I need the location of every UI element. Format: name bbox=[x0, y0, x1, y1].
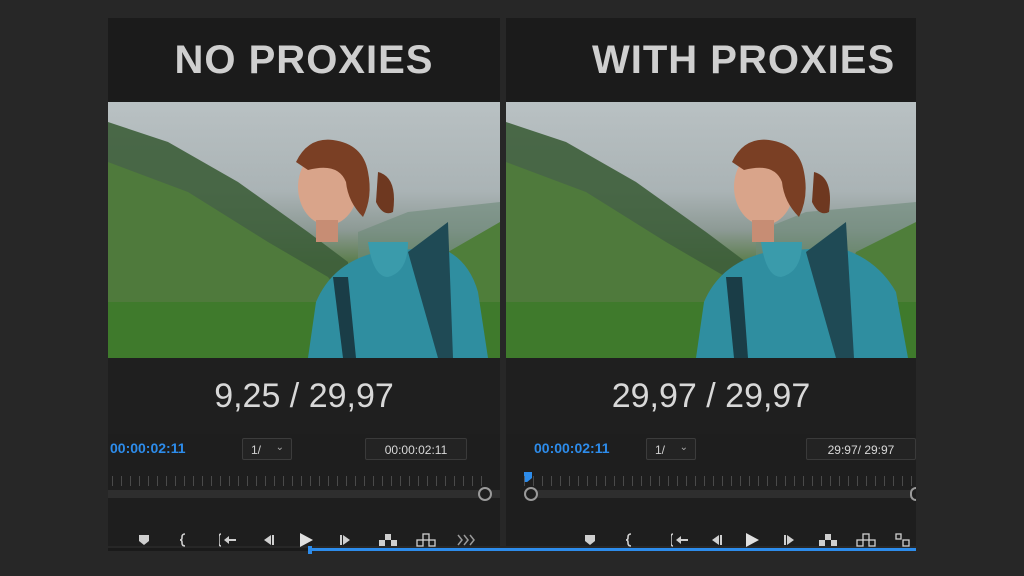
zoom-level-value: 1/ bbox=[251, 443, 262, 457]
marker-icon bbox=[585, 535, 595, 545]
zoom-level-value: 1/ bbox=[655, 443, 666, 457]
current-timecode[interactable]: 00:00:02:11 bbox=[534, 440, 610, 456]
panel-title: WITH PROXIES bbox=[506, 18, 916, 102]
program-monitor-no-proxies: NO PROXIES 9,25 / 29,97 00:00:02:11 1/ ⌄… bbox=[108, 18, 500, 548]
timeline-ruler[interactable] bbox=[524, 476, 916, 486]
transport-controls: 00:00:02:11 1/ ⌄ 00:00:02:11 bbox=[108, 434, 500, 548]
add-marker-button[interactable] bbox=[134, 532, 154, 548]
scrub-track[interactable] bbox=[526, 490, 916, 498]
extract-icon bbox=[416, 533, 436, 547]
panel-title: NO PROXIES bbox=[108, 18, 500, 102]
chevron-down-icon: ⌄ bbox=[679, 442, 688, 453]
step-forward-button[interactable] bbox=[336, 532, 356, 548]
in-point-handle[interactable] bbox=[524, 487, 538, 501]
transport-button-row bbox=[506, 532, 916, 548]
play-button[interactable] bbox=[296, 532, 316, 548]
timeline-track-left bbox=[108, 548, 308, 551]
go-to-in-icon bbox=[219, 533, 236, 547]
chevrons-right-icon bbox=[457, 534, 475, 546]
video-preview-image bbox=[506, 122, 916, 358]
go-to-in-icon bbox=[671, 533, 688, 547]
extract-icon bbox=[856, 533, 876, 547]
marker-icon bbox=[139, 535, 149, 545]
step-forward-button[interactable] bbox=[780, 532, 800, 548]
playback-fps-readout: 9,25 / 29,97 bbox=[108, 358, 500, 434]
lift-icon bbox=[819, 534, 837, 546]
video-frame bbox=[506, 102, 916, 358]
step-back-icon bbox=[712, 535, 722, 545]
lift-button[interactable] bbox=[818, 532, 838, 548]
video-frame bbox=[108, 102, 500, 358]
timeline-ruler[interactable] bbox=[112, 476, 486, 486]
play-icon bbox=[746, 533, 759, 547]
transport-button-row bbox=[108, 532, 500, 548]
lift-icon bbox=[379, 534, 397, 546]
scrub-track[interactable] bbox=[108, 490, 500, 498]
chevron-down-icon: ⌄ bbox=[275, 442, 284, 453]
video-preview-image bbox=[108, 122, 500, 358]
duration-timecode: 00:00:02:11 bbox=[365, 438, 467, 460]
step-back-button[interactable] bbox=[258, 532, 278, 548]
out-point-handle[interactable] bbox=[910, 487, 916, 501]
go-to-in-button[interactable] bbox=[218, 532, 238, 548]
program-monitor-with-proxies: WITH PROXIES 29,97 / 29,97 00:00:02:11 1… bbox=[506, 18, 916, 548]
mark-in-button[interactable] bbox=[174, 532, 194, 548]
zoom-level-select[interactable]: 1/ ⌄ bbox=[646, 438, 696, 460]
step-back-button[interactable] bbox=[706, 532, 726, 548]
go-to-in-button[interactable] bbox=[670, 532, 690, 548]
mark-in-icon bbox=[179, 533, 186, 547]
play-button[interactable] bbox=[742, 532, 762, 548]
add-marker-button[interactable] bbox=[580, 532, 600, 548]
playback-fps-readout: 29,97 / 29,97 bbox=[506, 358, 916, 434]
export-frame-icon bbox=[895, 533, 910, 547]
transport-controls: 00:00:02:11 1/ ⌄ 29:97/ 29:97 bbox=[506, 434, 916, 548]
out-point-handle[interactable] bbox=[478, 487, 492, 501]
timeline-track-active[interactable] bbox=[310, 548, 916, 551]
lift-button[interactable] bbox=[378, 532, 398, 548]
export-frame-button[interactable] bbox=[894, 532, 912, 548]
extract-button[interactable] bbox=[416, 532, 436, 548]
step-forward-icon bbox=[340, 535, 350, 545]
zoom-level-select[interactable]: 1/ ⌄ bbox=[242, 438, 292, 460]
duration-timecode: 29:97/ 29:97 bbox=[806, 438, 916, 460]
step-back-icon bbox=[264, 535, 274, 545]
mark-in-button[interactable] bbox=[620, 532, 640, 548]
mark-in-icon bbox=[625, 533, 632, 547]
extract-button[interactable] bbox=[856, 532, 876, 548]
current-timecode[interactable]: 00:00:02:11 bbox=[110, 440, 186, 456]
step-forward-icon bbox=[784, 535, 794, 545]
more-controls-button[interactable] bbox=[456, 532, 476, 548]
